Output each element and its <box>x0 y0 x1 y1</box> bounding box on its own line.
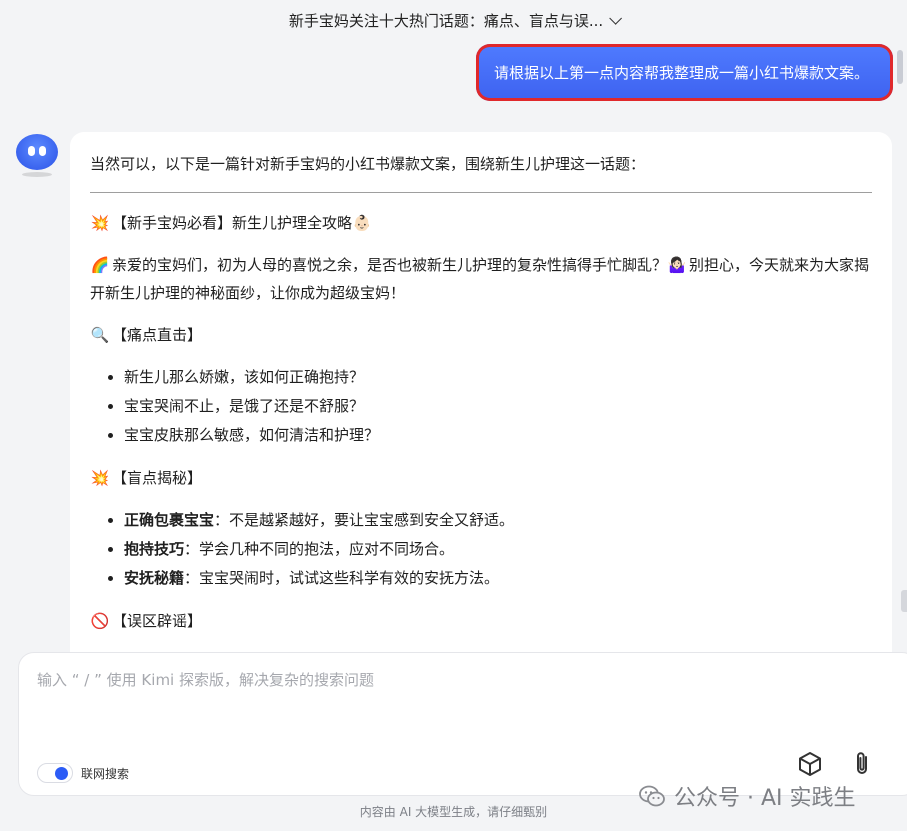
pain-section-title: 🔍 【痛点直击】 <box>90 321 872 349</box>
user-message-container: 请根据以上第一点内容帮我整理成一篇小红书爆款文案。 <box>475 44 903 101</box>
post-opening: 🌈 亲爱的宝妈们，初为人母的喜悦之余，是否也被新生儿护理的复杂性搞得手忙脚乱？🤷🏻… <box>90 251 872 307</box>
list-item: 宝宝哭闹不止，是饿了还是不舒服？ <box>124 392 872 421</box>
list-item: 抱持技巧：学会几种不同的抱法，应对不同场合。 <box>124 535 872 564</box>
prohibited-emoji-icon: 🚫 <box>90 612 110 630</box>
avatar-shadow <box>22 172 52 177</box>
collision-emoji-icon: 💥 <box>90 469 110 487</box>
divider <box>90 192 872 193</box>
user-message-bubble: 请根据以上第一点内容帮我整理成一篇小红书爆款文案。 <box>475 44 893 101</box>
magnifier-emoji-icon: 🔍 <box>90 326 110 344</box>
post-headline: 💥 【新手宝妈必看】新生儿护理全攻略👶🏻 <box>90 209 872 237</box>
opening-text-a: 亲爱的宝妈们，初为人母的喜悦之余，是否也被新生儿护理的复杂性搞得手忙脚乱？ <box>112 256 668 274</box>
list-item: 宝宝皮肤那么敏感，如何清洁和护理？ <box>124 421 872 450</box>
pain-list: 新生儿那么娇嫩，该如何正确抱持？ 宝宝哭闹不止，是饿了还是不舒服？ 宝宝皮肤那么… <box>90 363 872 450</box>
conversation-title: 新手宝妈关注十大热门话题：痛点、盲点与误... <box>288 11 604 30</box>
user-avatar-edge <box>897 50 903 84</box>
list-item: 安抚秘籍：宝宝哭闹时，试试这些科学有效的安抚方法。 <box>124 564 872 593</box>
headline-text: 【新手宝妈必看】新生儿护理全攻略 <box>112 214 353 232</box>
assistant-intro: 当然可以，以下是一篇针对新手宝妈的小红书爆款文案，围绕新生儿护理这一话题： <box>90 155 646 173</box>
myth-section-title: 🚫 【误区辟谣】 <box>90 607 872 635</box>
kimi-avatar-icon <box>16 134 58 170</box>
rainbow-emoji-icon: 🌈 <box>90 256 110 274</box>
collision-emoji-icon: 💥 <box>90 214 110 232</box>
chevron-down-icon[interactable] <box>609 11 623 25</box>
baby-emoji-icon: 👶🏻 <box>352 214 372 232</box>
cube-icon[interactable] <box>795 749 825 779</box>
web-search-label: 联网搜索 <box>81 766 130 781</box>
paperclip-icon[interactable] <box>847 749 877 779</box>
chat-input-panel[interactable]: 输入 “ / ” 使用 Kimi 探索版，解决复杂的搜索问题 联网搜索 <box>18 652 907 796</box>
chat-input[interactable]: 输入 “ / ” 使用 Kimi 探索版，解决复杂的搜索问题 <box>37 669 374 690</box>
assistant-message-bubble: 当然可以，以下是一篇针对新手宝妈的小红书爆款文案，围绕新生儿护理这一话题： 💥 【… <box>70 132 892 672</box>
web-search-toggle[interactable] <box>37 763 73 783</box>
web-search-toggle-group[interactable]: 联网搜索 <box>37 763 129 783</box>
scroll-edge <box>901 590 907 612</box>
list-item: 新生儿那么娇嫩，该如何正确抱持？ <box>124 363 872 392</box>
blind-section-title: 💥 【盲点揭秘】 <box>90 464 872 492</box>
blind-list: 正确包裹宝宝：不是越紧越好，要让宝宝感到安全又舒适。 抱持技巧：学会几种不同的抱… <box>90 506 872 593</box>
shrug-emoji-icon: 🤷🏻‍♀️ <box>667 256 687 274</box>
conversation-title-bar[interactable]: 新手宝妈关注十大热门话题：痛点、盲点与误... <box>0 0 907 40</box>
ai-disclaimer: 内容由 AI 大模型生成，请仔细甄别 <box>359 805 548 819</box>
toggle-knob <box>55 767 68 780</box>
list-item: 正确包裹宝宝：不是越紧越好，要让宝宝感到安全又舒适。 <box>124 506 872 535</box>
